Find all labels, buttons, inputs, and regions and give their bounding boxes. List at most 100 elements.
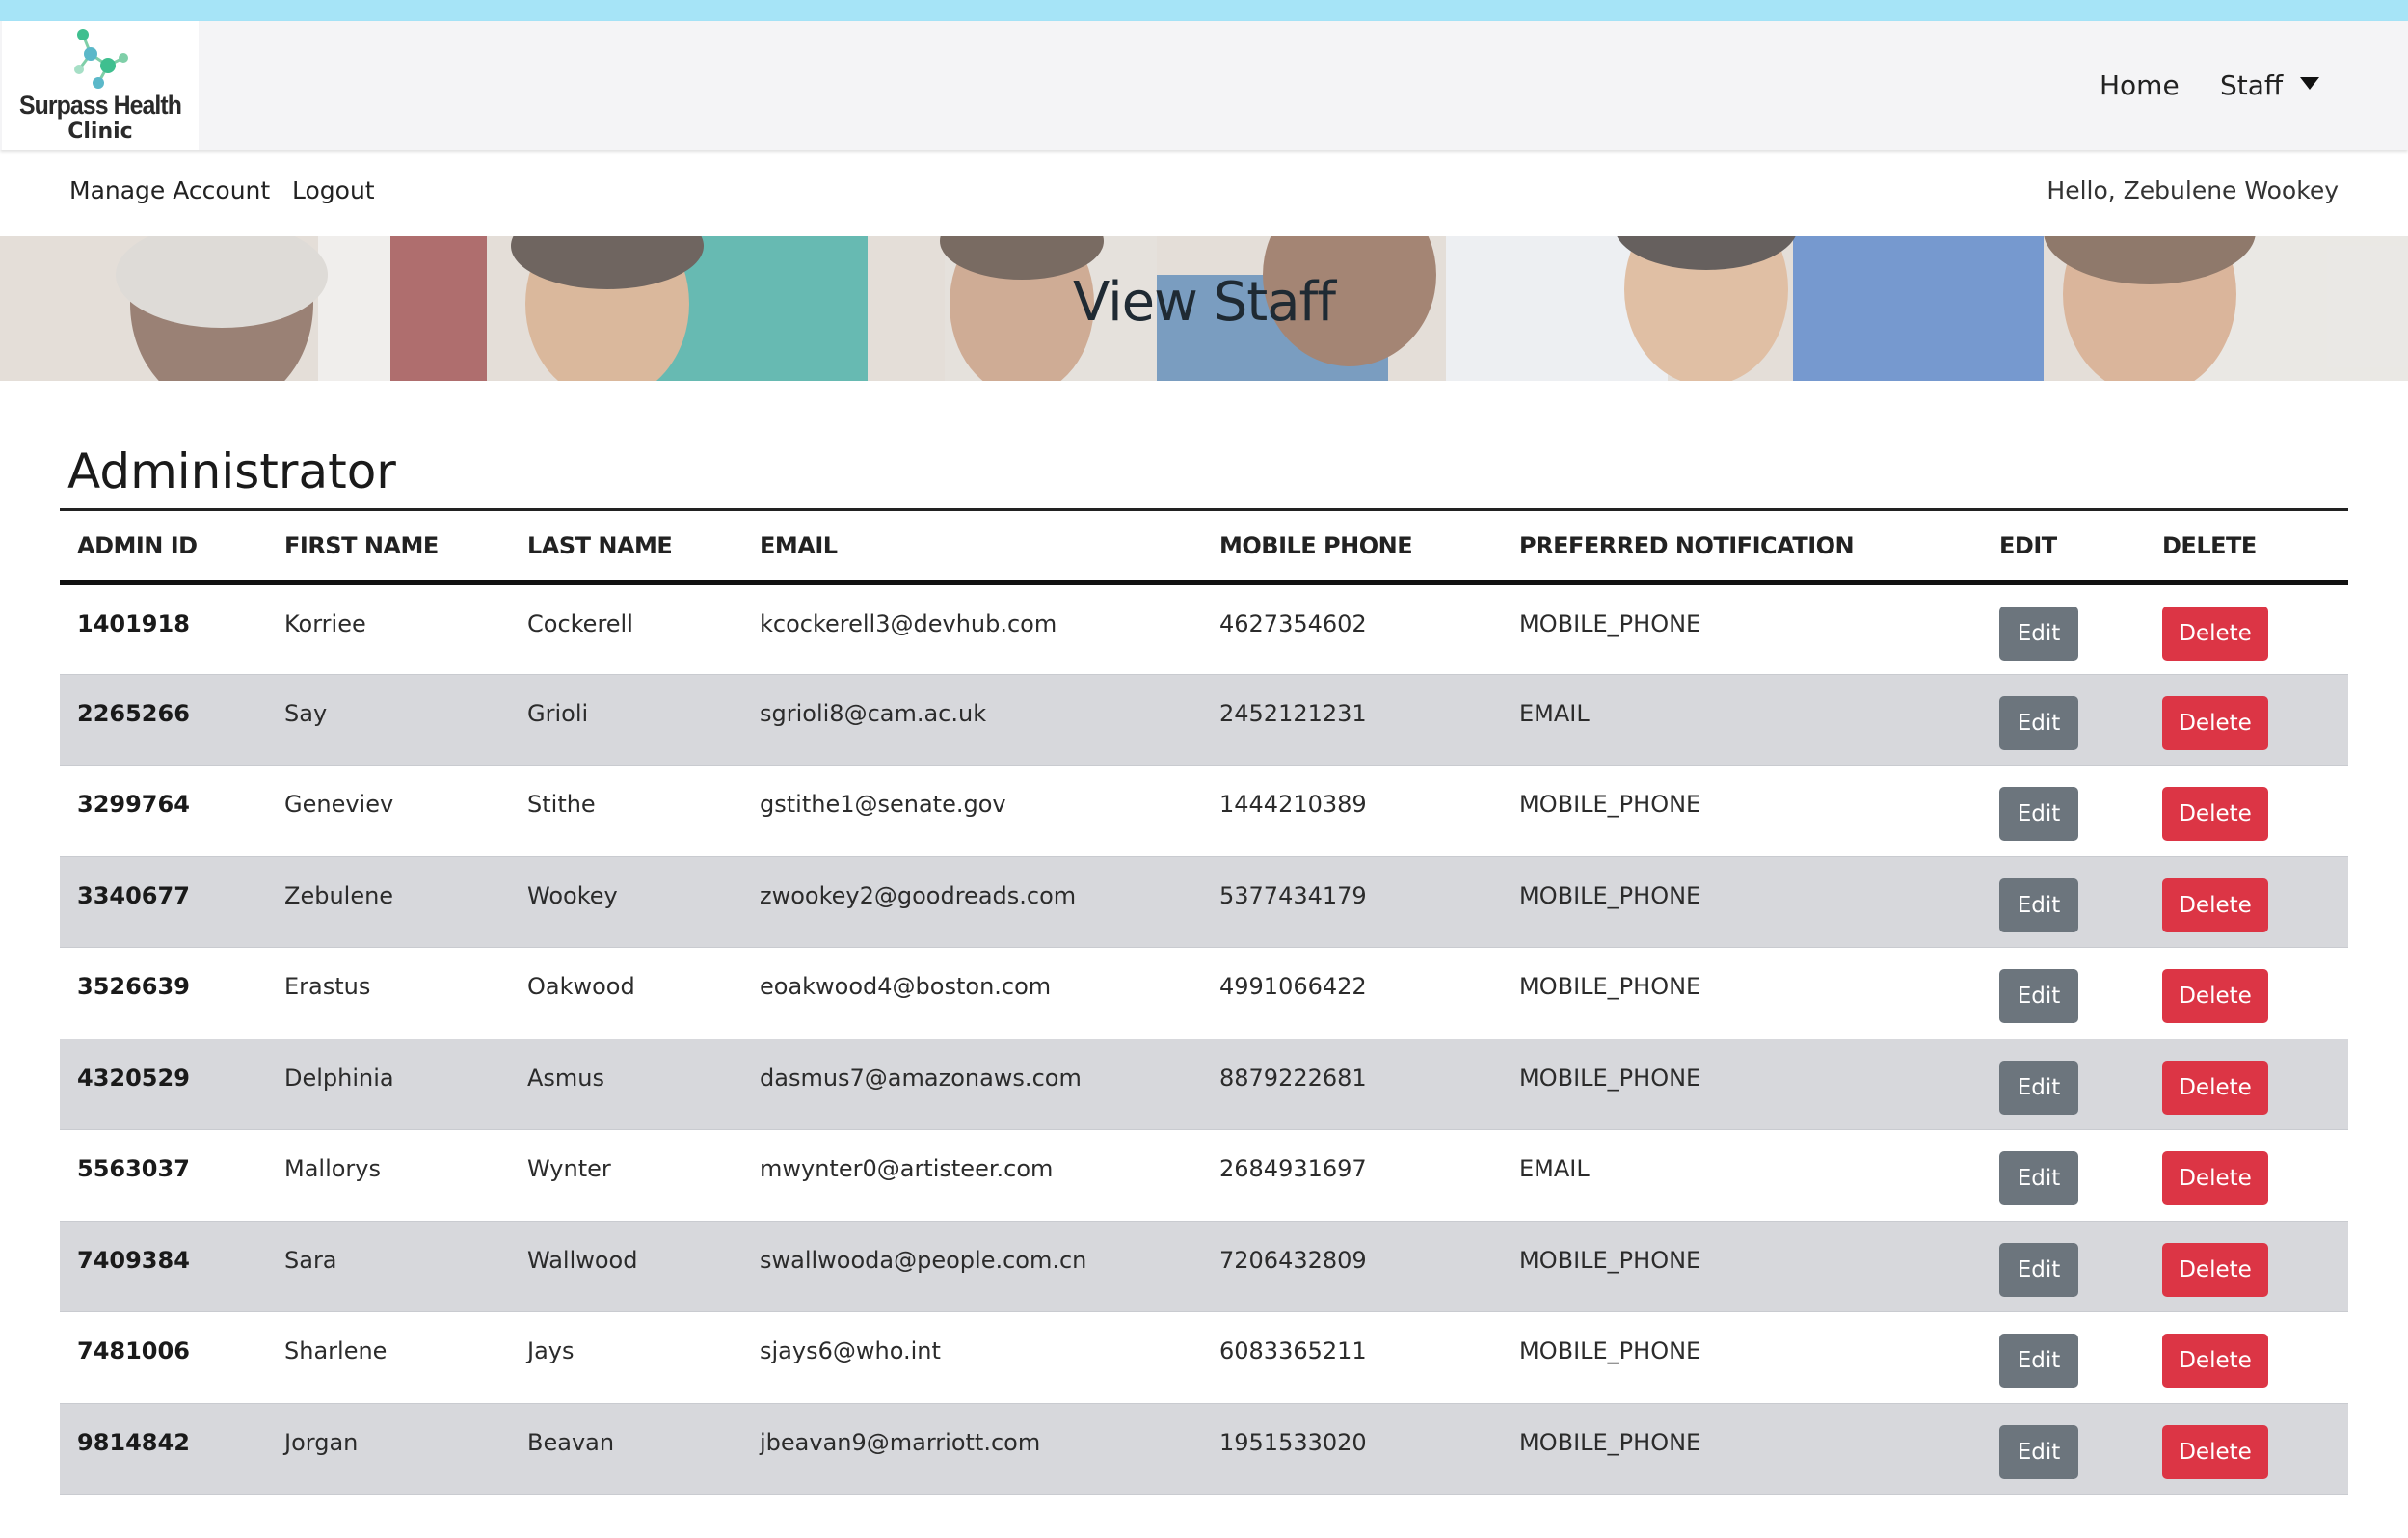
table-row: 5563037 Mallorys Wynter mwynter0@artisteer.… bbox=[60, 1129, 2348, 1222]
nav-home-link[interactable]: Home bbox=[2100, 69, 2180, 101]
table-row: 7409384 Sara Wallwood swallwooda@people.com… bbox=[60, 1221, 2348, 1312]
chevron-down-icon[interactable] bbox=[2300, 77, 2319, 90]
email-cell: zwookey2@goodreads.com bbox=[742, 856, 1202, 948]
admin-id-cell: 4320529 bbox=[60, 1039, 267, 1130]
table-row: 3340677 Zebulene Wookey zwookey2@goodreads.… bbox=[60, 856, 2348, 948]
edit-cell: Edit bbox=[1982, 674, 2145, 766]
delete-button[interactable]: Delete bbox=[2162, 1424, 2268, 1479]
admin-id-cell: 3526639 bbox=[60, 947, 267, 1039]
email-cell: sjays6@who.int bbox=[742, 1311, 1202, 1404]
mobile-phone-cell: 2452121231 bbox=[1202, 674, 1502, 766]
preferred-notification-cell: MOBILE_PHONE bbox=[1502, 765, 1982, 857]
col-edit: EDIT bbox=[1982, 509, 2145, 585]
first-name-cell: Jorgan bbox=[267, 1403, 510, 1495]
mobile-phone-cell: 2684931697 bbox=[1202, 1129, 1502, 1222]
delete-button[interactable]: Delete bbox=[2162, 1334, 2268, 1388]
last-name-cell: Beavan bbox=[510, 1403, 742, 1495]
delete-cell: Delete bbox=[2145, 947, 2348, 1039]
preferred-notification-cell: MOBILE_PHONE bbox=[1502, 856, 1982, 948]
admin-id-cell: 1401918 bbox=[60, 582, 267, 675]
preferred-notification-cell: MOBILE_PHONE bbox=[1502, 1039, 1982, 1130]
delete-button[interactable]: Delete bbox=[2162, 1060, 2268, 1115]
email-cell: kcockerell3@devhub.com bbox=[742, 582, 1202, 675]
col-email: EMAIL bbox=[742, 509, 1202, 585]
edit-button[interactable]: Edit bbox=[1999, 1151, 2078, 1205]
edit-cell: Edit bbox=[1982, 856, 2145, 948]
delete-cell: Delete bbox=[2145, 1129, 2348, 1222]
mobile-phone-cell: 4991066422 bbox=[1202, 947, 1502, 1039]
col-delete: DELETE bbox=[2145, 509, 2348, 585]
delete-button[interactable]: Delete bbox=[2162, 1151, 2268, 1205]
preferred-notification-cell: MOBILE_PHONE bbox=[1502, 947, 1982, 1039]
first-name-cell: Zebulene bbox=[267, 856, 510, 948]
table-row: 3299764 Geneviev Stithe gstithe1@senate.gov… bbox=[60, 765, 2348, 857]
page-title: View Staff bbox=[1073, 271, 1336, 334]
edit-cell: Edit bbox=[1982, 765, 2145, 857]
mobile-phone-cell: 5377434179 bbox=[1202, 856, 1502, 948]
email-cell: gstithe1@senate.gov bbox=[742, 765, 1202, 857]
email-cell: sgrioli8@cam.ac.uk bbox=[742, 674, 1202, 766]
edit-button[interactable]: Edit bbox=[1999, 1334, 2078, 1388]
last-name-cell: Jays bbox=[510, 1311, 742, 1404]
delete-button[interactable]: Delete bbox=[2162, 1242, 2268, 1297]
brand-logo[interactable]: Surpass Health Clinic bbox=[2, 21, 199, 150]
logout-link[interactable]: Logout bbox=[292, 176, 375, 204]
email-cell: eoakwood4@boston.com bbox=[742, 947, 1202, 1039]
first-name-cell: Korriee bbox=[267, 582, 510, 675]
edit-cell: Edit bbox=[1982, 1129, 2145, 1222]
last-name-cell: Asmus bbox=[510, 1039, 742, 1130]
mobile-phone-cell: 7206432809 bbox=[1202, 1221, 1502, 1312]
delete-button[interactable]: Delete bbox=[2162, 787, 2268, 841]
edit-button[interactable]: Edit bbox=[1999, 787, 2078, 841]
preferred-notification-cell: EMAIL bbox=[1502, 674, 1982, 766]
edit-button[interactable]: Edit bbox=[1999, 969, 2078, 1023]
delete-button[interactable]: Delete bbox=[2162, 695, 2268, 750]
edit-button[interactable]: Edit bbox=[1999, 607, 2078, 661]
table-row: 2265266 Say Grioli sgrioli8@cam.ac.uk 245212… bbox=[60, 674, 2348, 766]
mobile-phone-cell: 1444210389 bbox=[1202, 765, 1502, 857]
col-mobile-phone: MOBILE PHONE bbox=[1202, 509, 1502, 585]
edit-button[interactable]: Edit bbox=[1999, 877, 2078, 932]
col-admin-id: ADMIN ID bbox=[60, 509, 267, 585]
edit-cell: Edit bbox=[1982, 947, 2145, 1039]
admin-id-cell: 3340677 bbox=[60, 856, 267, 948]
edit-button[interactable]: Edit bbox=[1999, 1060, 2078, 1115]
delete-button[interactable]: Delete bbox=[2162, 877, 2268, 932]
edit-cell: Edit bbox=[1982, 1311, 2145, 1404]
table-row: 1401918 Korriee Cockerell kcockerell3@devhu… bbox=[60, 582, 2348, 675]
preferred-notification-cell: MOBILE_PHONE bbox=[1502, 582, 1982, 675]
admin-id-cell: 7481006 bbox=[60, 1311, 267, 1404]
edit-cell: Edit bbox=[1982, 1221, 2145, 1312]
navbar: Surpass Health Clinic Home Staff bbox=[0, 21, 2408, 150]
table-header-row: ADMIN ID FIRST NAME LAST NAME EMAIL MOBI… bbox=[60, 509, 2348, 585]
preferred-notification-cell: MOBILE_PHONE bbox=[1502, 1311, 1982, 1404]
admin-id-cell: 3299764 bbox=[60, 765, 267, 857]
delete-cell: Delete bbox=[2145, 1311, 2348, 1404]
edit-button[interactable]: Edit bbox=[1999, 1242, 2078, 1297]
preferred-notification-cell: MOBILE_PHONE bbox=[1502, 1221, 1982, 1312]
table-row: 7481006 Sharlene Jays sjays6@who.int 6083365… bbox=[60, 1311, 2348, 1404]
delete-cell: Delete bbox=[2145, 765, 2348, 857]
email-cell: mwynter0@artisteer.com bbox=[742, 1129, 1202, 1222]
preferred-notification-cell: MOBILE_PHONE bbox=[1502, 1403, 1982, 1495]
email-cell: dasmus7@amazonaws.com bbox=[742, 1039, 1202, 1130]
first-name-cell: Geneviev bbox=[267, 765, 510, 857]
section-title-administrator: Administrator bbox=[67, 444, 396, 499]
delete-cell: Delete bbox=[2145, 856, 2348, 948]
last-name-cell: Grioli bbox=[510, 674, 742, 766]
manage-account-link[interactable]: Manage Account bbox=[69, 176, 270, 204]
preferred-notification-cell: EMAIL bbox=[1502, 1129, 1982, 1222]
delete-button[interactable]: Delete bbox=[2162, 969, 2268, 1023]
delete-button[interactable]: Delete bbox=[2162, 607, 2268, 661]
last-name-cell: Wookey bbox=[510, 856, 742, 948]
last-name-cell: Wallwood bbox=[510, 1221, 742, 1312]
edit-cell: Edit bbox=[1982, 1039, 2145, 1130]
edit-button[interactable]: Edit bbox=[1999, 1424, 2078, 1479]
email-cell: jbeavan9@marriott.com bbox=[742, 1403, 1202, 1495]
first-name-cell: Sharlene bbox=[267, 1311, 510, 1404]
last-name-cell: Stithe bbox=[510, 765, 742, 857]
edit-button[interactable]: Edit bbox=[1999, 695, 2078, 750]
nav-staff-dropdown[interactable]: Staff bbox=[2220, 69, 2283, 101]
edit-cell: Edit bbox=[1982, 1403, 2145, 1495]
last-name-cell: Wynter bbox=[510, 1129, 742, 1222]
